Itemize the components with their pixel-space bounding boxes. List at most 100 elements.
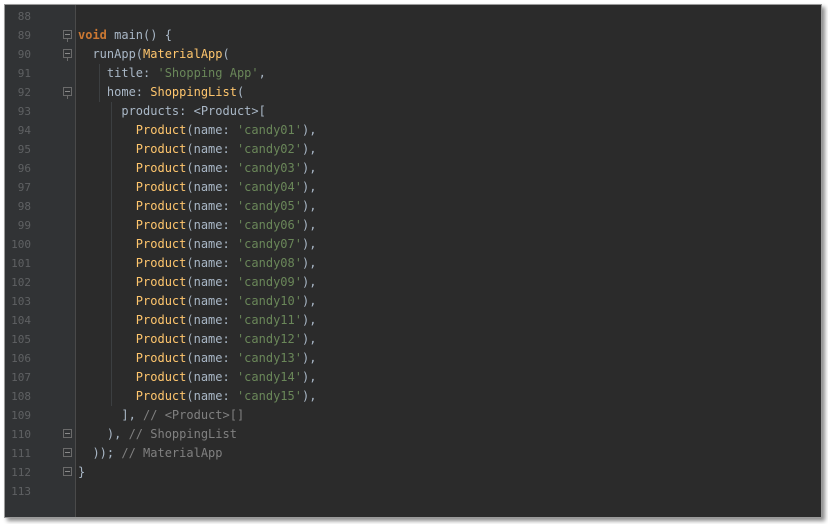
- code-line[interactable]: 99 Product(name: 'candy06'),: [5, 216, 821, 235]
- code-line[interactable]: 89 void main() {: [5, 26, 821, 45]
- code-token: Product: [135, 180, 187, 194]
- code-token: Product: [135, 332, 187, 346]
- code-token: ,: [258, 66, 266, 80]
- code-line[interactable]: 100 Product(name: 'candy07'),: [5, 235, 821, 254]
- code-text: Product(name: 'candy12'),: [78, 330, 317, 349]
- code-line[interactable]: 88: [5, 7, 821, 26]
- code-line[interactable]: 110 ), // ShoppingList: [5, 425, 821, 444]
- code-line[interactable]: 102 Product(name: 'candy09'),: [5, 273, 821, 292]
- code-token: Product: [135, 199, 187, 213]
- line-number: 110: [11, 428, 31, 441]
- code-text: ], // <Product>[]: [78, 406, 244, 425]
- code-token: Product: [135, 351, 187, 365]
- code-line[interactable]: 112}: [5, 463, 821, 482]
- code-token: (name:: [186, 199, 237, 213]
- code-token: ),: [301, 389, 317, 403]
- line-number: 91: [17, 67, 31, 80]
- code-token: Product: [135, 123, 187, 137]
- code-token: ),: [301, 218, 317, 232]
- code-text: )); // MaterialApp: [78, 444, 222, 463]
- code-text: products: <Product>[: [78, 102, 266, 121]
- code-token: ),: [301, 256, 317, 270]
- code-token: Product: [135, 142, 187, 156]
- code-token: 'candy05': [236, 199, 302, 213]
- code-line[interactable]: 113: [5, 482, 821, 501]
- code-line[interactable]: 94 Product(name: 'candy01'),: [5, 121, 821, 140]
- code-lines[interactable]: 88 89 void main() {90 runApp(MaterialApp(9…: [5, 7, 821, 501]
- code-token: (name:: [186, 351, 237, 365]
- code-line[interactable]: 101 Product(name: 'candy08'),: [5, 254, 821, 273]
- code-line[interactable]: 96 Product(name: 'candy03'),: [5, 159, 821, 178]
- code-token: ),: [301, 294, 317, 308]
- code-token: 'candy09': [236, 275, 302, 289]
- fold-collapse-icon[interactable]: [63, 49, 72, 61]
- code-text: void main() {: [78, 26, 172, 45]
- code-token: 'candy11': [236, 313, 302, 327]
- code-text: ), // ShoppingList: [78, 425, 237, 444]
- code-token: 'candy08': [236, 256, 302, 270]
- code-line[interactable]: 111 )); // MaterialApp: [5, 444, 821, 463]
- code-text: Product(name: 'candy06'),: [78, 216, 317, 235]
- code-token: 'Shopping App': [157, 66, 259, 80]
- line-number: 98: [17, 200, 31, 213]
- code-text: home: ShoppingList(: [78, 83, 244, 102]
- code-text: Product(name: 'candy15'),: [78, 387, 317, 406]
- line-number: 101: [11, 257, 31, 270]
- line-number: 109: [11, 409, 31, 422]
- line-number: 113: [11, 485, 31, 498]
- code-token: 'candy04': [236, 180, 302, 194]
- code-token: main() {: [106, 28, 172, 42]
- code-token: // ShoppingList: [128, 427, 237, 441]
- code-token: (name:: [186, 237, 237, 251]
- line-number: 105: [11, 333, 31, 346]
- fold-end-icon[interactable]: [63, 429, 72, 438]
- code-token: ),: [78, 427, 129, 441]
- line-number: 94: [17, 124, 31, 137]
- fold-collapse-icon[interactable]: [63, 30, 72, 42]
- code-token: (: [222, 47, 230, 61]
- code-text: Product(name: 'candy09'),: [78, 273, 317, 292]
- code-text: Product(name: 'candy10'),: [78, 292, 317, 311]
- code-token: (name:: [186, 389, 237, 403]
- code-token: ),: [301, 199, 317, 213]
- code-token: ),: [301, 313, 317, 327]
- code-line[interactable]: 103 Product(name: 'candy10'),: [5, 292, 821, 311]
- code-token: 'candy12': [236, 332, 302, 346]
- code-token: MaterialApp: [143, 47, 223, 61]
- code-text: Product(name: 'candy07'),: [78, 235, 317, 254]
- code-line[interactable]: 107 Product(name: 'candy14'),: [5, 368, 821, 387]
- code-token: (name:: [186, 218, 237, 232]
- code-token: 'candy14': [236, 370, 302, 384]
- code-line[interactable]: 109 ], // <Product>[]: [5, 406, 821, 425]
- code-token: 'candy03': [236, 161, 302, 175]
- code-token: Product: [135, 237, 187, 251]
- code-line[interactable]: 93 products: <Product>[: [5, 102, 821, 121]
- code-line[interactable]: 91 title: 'Shopping App',: [5, 64, 821, 83]
- code-line[interactable]: 95 Product(name: 'candy02'),: [5, 140, 821, 159]
- fold-end-icon[interactable]: [63, 467, 72, 476]
- code-line[interactable]: 97 Product(name: 'candy04'),: [5, 178, 821, 197]
- code-token: ),: [301, 275, 317, 289]
- line-number: 108: [11, 390, 31, 403]
- code-line[interactable]: 90 runApp(MaterialApp(: [5, 45, 821, 64]
- code-line[interactable]: 108 Product(name: 'candy15'),: [5, 387, 821, 406]
- code-line[interactable]: 98 Product(name: 'candy05'),: [5, 197, 821, 216]
- code-line[interactable]: 105 Product(name: 'candy12'),: [5, 330, 821, 349]
- fold-end-icon[interactable]: [63, 448, 72, 457]
- code-line[interactable]: 104 Product(name: 'candy11'),: [5, 311, 821, 330]
- code-token: (name:: [186, 180, 237, 194]
- code-token: (name:: [186, 275, 237, 289]
- code-line[interactable]: 92 home: ShoppingList(: [5, 83, 821, 102]
- fold-collapse-icon[interactable]: [63, 87, 72, 99]
- code-line[interactable]: 106 Product(name: 'candy13'),: [5, 349, 821, 368]
- code-token: Product: [135, 370, 187, 384]
- code-text: Product(name: 'candy01'),: [78, 121, 317, 140]
